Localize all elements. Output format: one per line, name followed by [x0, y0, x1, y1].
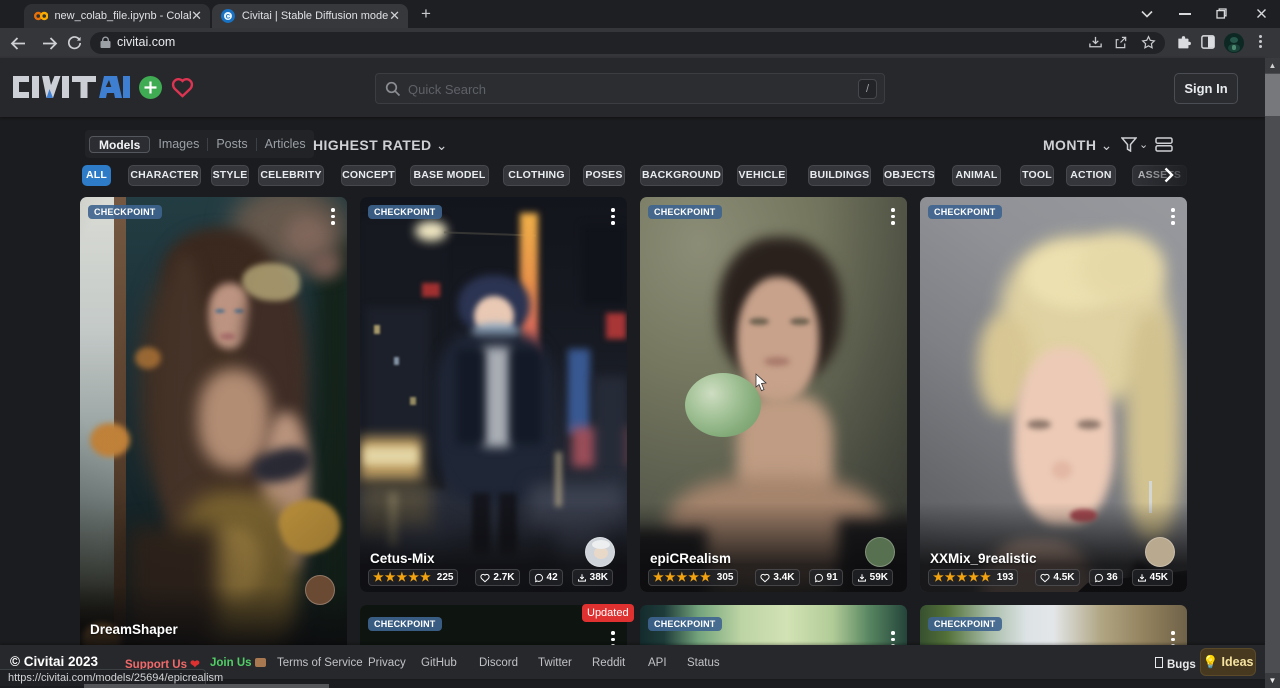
svg-text:C: C [226, 14, 231, 21]
